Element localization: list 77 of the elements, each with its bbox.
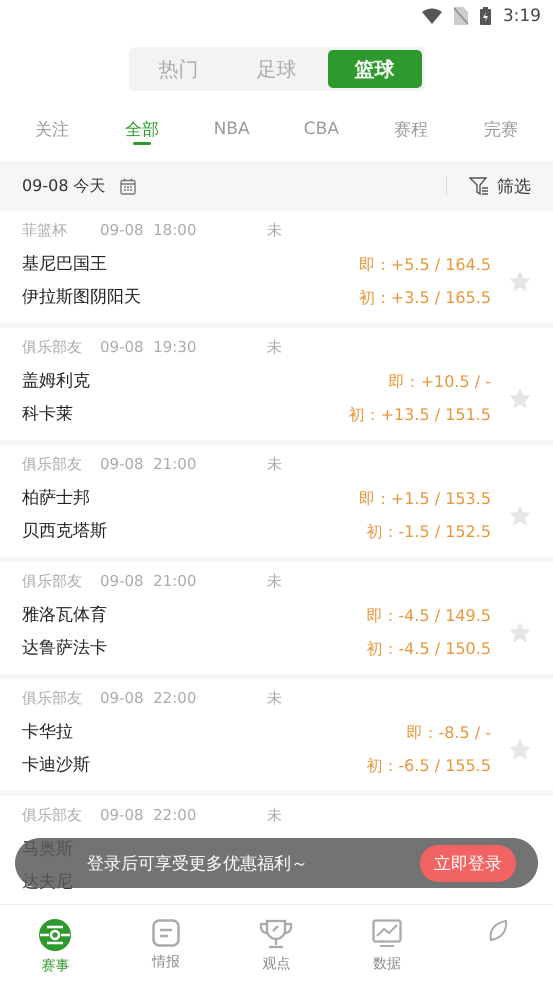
match-card[interactable]: 俱乐部友 09-08 21:00 未 柏萨士邦 贝西克塔斯 即：+1.5 / 153.5 初：-1.5 / 152.5 [0, 445, 553, 557]
star-icon[interactable] [509, 622, 531, 642]
match-time: 09-08 19:30 [100, 338, 198, 356]
match-status: 未 [267, 454, 282, 474]
match-time: 09-08 21:00 [100, 572, 198, 590]
nav-tab[interactable]: 数据 [332, 905, 442, 983]
league-name: 俱乐部友 [22, 454, 83, 474]
note-icon [152, 919, 180, 947]
category-tab[interactable]: 关注 [14, 111, 90, 147]
filter-button[interactable]: 筛选 [469, 174, 531, 198]
battery-icon [480, 7, 491, 25]
sport-tab[interactable]: 篮球 [328, 50, 422, 88]
initial-odds: 初：-4.5 / 150.5 [366, 638, 491, 660]
live-odds: 即：-8.5 / - [406, 722, 491, 744]
match-time: 09-08 21:00 [100, 455, 198, 473]
initial-odds: 初：+13.5 / 151.5 [348, 404, 491, 426]
match-card[interactable]: 俱乐部友 09-08 22:00 未 卡华拉 卡迪沙斯 即：-8.5 / - 初：-6.5 / 155.5 [0, 679, 553, 791]
match-card[interactable]: 俱乐部友 09-08 21:00 未 雅洛瓦体育 达鲁萨法卡 即：-4.5 / 149.5 初：-4.5 / 150.5 [0, 562, 553, 674]
home-team: 雅洛瓦体育 [22, 604, 107, 627]
match-time: 09-08 22:00 [100, 806, 198, 824]
live-odds: 即：+5.5 / 164.5 [358, 254, 491, 276]
sport-tab[interactable]: 热门 [132, 50, 226, 88]
toast-message: 登录后可享受更多优惠福利～ [87, 852, 308, 874]
league-name: 俱乐部友 [22, 806, 83, 824]
sport-tab[interactable]: 足球 [230, 50, 324, 88]
ball-icon [39, 919, 72, 951]
trophy-icon [258, 919, 294, 949]
clock-time: 3:19 [502, 6, 541, 26]
league-name: 俱乐部友 [22, 688, 83, 708]
star-icon[interactable] [509, 270, 531, 292]
category-tab[interactable]: 完赛 [462, 111, 539, 147]
live-odds: 即：+10.5 / - [388, 371, 491, 393]
match-status: 未 [267, 806, 282, 824]
category-tab[interactable]: 赛程 [373, 111, 450, 147]
login-button[interactable]: 立即登录 [420, 844, 516, 882]
match-time: 09-08 18:00 [100, 221, 198, 239]
match-card[interactable]: 菲篮杯 09-08 18:00 未 基尼巴国王 伊拉斯图阴阳天 即：+5.5 / 164.5 初：+3.5 / 165.5 [0, 211, 553, 323]
away-team: 贝西克塔斯 [22, 520, 107, 543]
home-team: 卡华拉 [22, 721, 73, 744]
match-status: 未 [267, 572, 282, 590]
category-tab[interactable]: 全部 [104, 111, 180, 147]
away-team: 科卡莱 [22, 403, 73, 426]
live-odds: 即：+1.5 / 153.5 [358, 488, 491, 510]
category-tab[interactable]: NBA [194, 111, 270, 147]
initial-odds: 初：+3.5 / 165.5 [358, 287, 491, 309]
calendar-icon[interactable] [120, 178, 136, 194]
date-label: 09-08 今天 [22, 176, 106, 196]
home-team: 柏萨士邦 [22, 487, 90, 510]
star-icon[interactable] [509, 388, 531, 408]
nav-tab[interactable]: 赛事 [0, 905, 111, 983]
home-team: 基尼巴国王 [22, 253, 107, 276]
wifi-icon [422, 8, 442, 24]
initial-odds: 初：-6.5 / 155.5 [366, 755, 491, 777]
away-team: 达鲁萨法卡 [22, 637, 107, 660]
no-sim-icon [454, 7, 468, 25]
league-name: 俱乐部友 [22, 338, 83, 356]
league-name: 菲篮杯 [22, 220, 68, 240]
nav-tab[interactable]: 观点 [221, 905, 332, 983]
match-status: 未 [267, 688, 282, 708]
initial-odds: 初：-1.5 / 152.5 [366, 521, 491, 543]
tab-underline [132, 142, 151, 145]
category-tab[interactable]: CBA [283, 111, 360, 147]
away-team: 伊拉斯图阴阳天 [22, 286, 141, 309]
star-icon[interactable] [509, 504, 531, 526]
nav-tab[interactable]: 情报 [110, 905, 222, 983]
live-odds: 即：-4.5 / 149.5 [366, 605, 491, 627]
leaf-icon [488, 919, 508, 943]
match-time: 09-08 22:00 [100, 689, 198, 707]
star-icon[interactable] [509, 738, 531, 760]
chart-icon [372, 919, 402, 949]
league-name: 俱乐部友 [22, 572, 83, 590]
match-card[interactable]: 俱乐部友 09-08 19:30 未 盖姆利克 科卡莱 即：+10.5 / - 初：+13.5 / 151.5 [0, 328, 553, 440]
away-team: 卡迪沙斯 [22, 754, 90, 777]
filter-icon [469, 176, 489, 196]
home-team: 盖姆利克 [22, 370, 90, 393]
match-status: 未 [267, 220, 282, 240]
match-status: 未 [267, 338, 282, 356]
